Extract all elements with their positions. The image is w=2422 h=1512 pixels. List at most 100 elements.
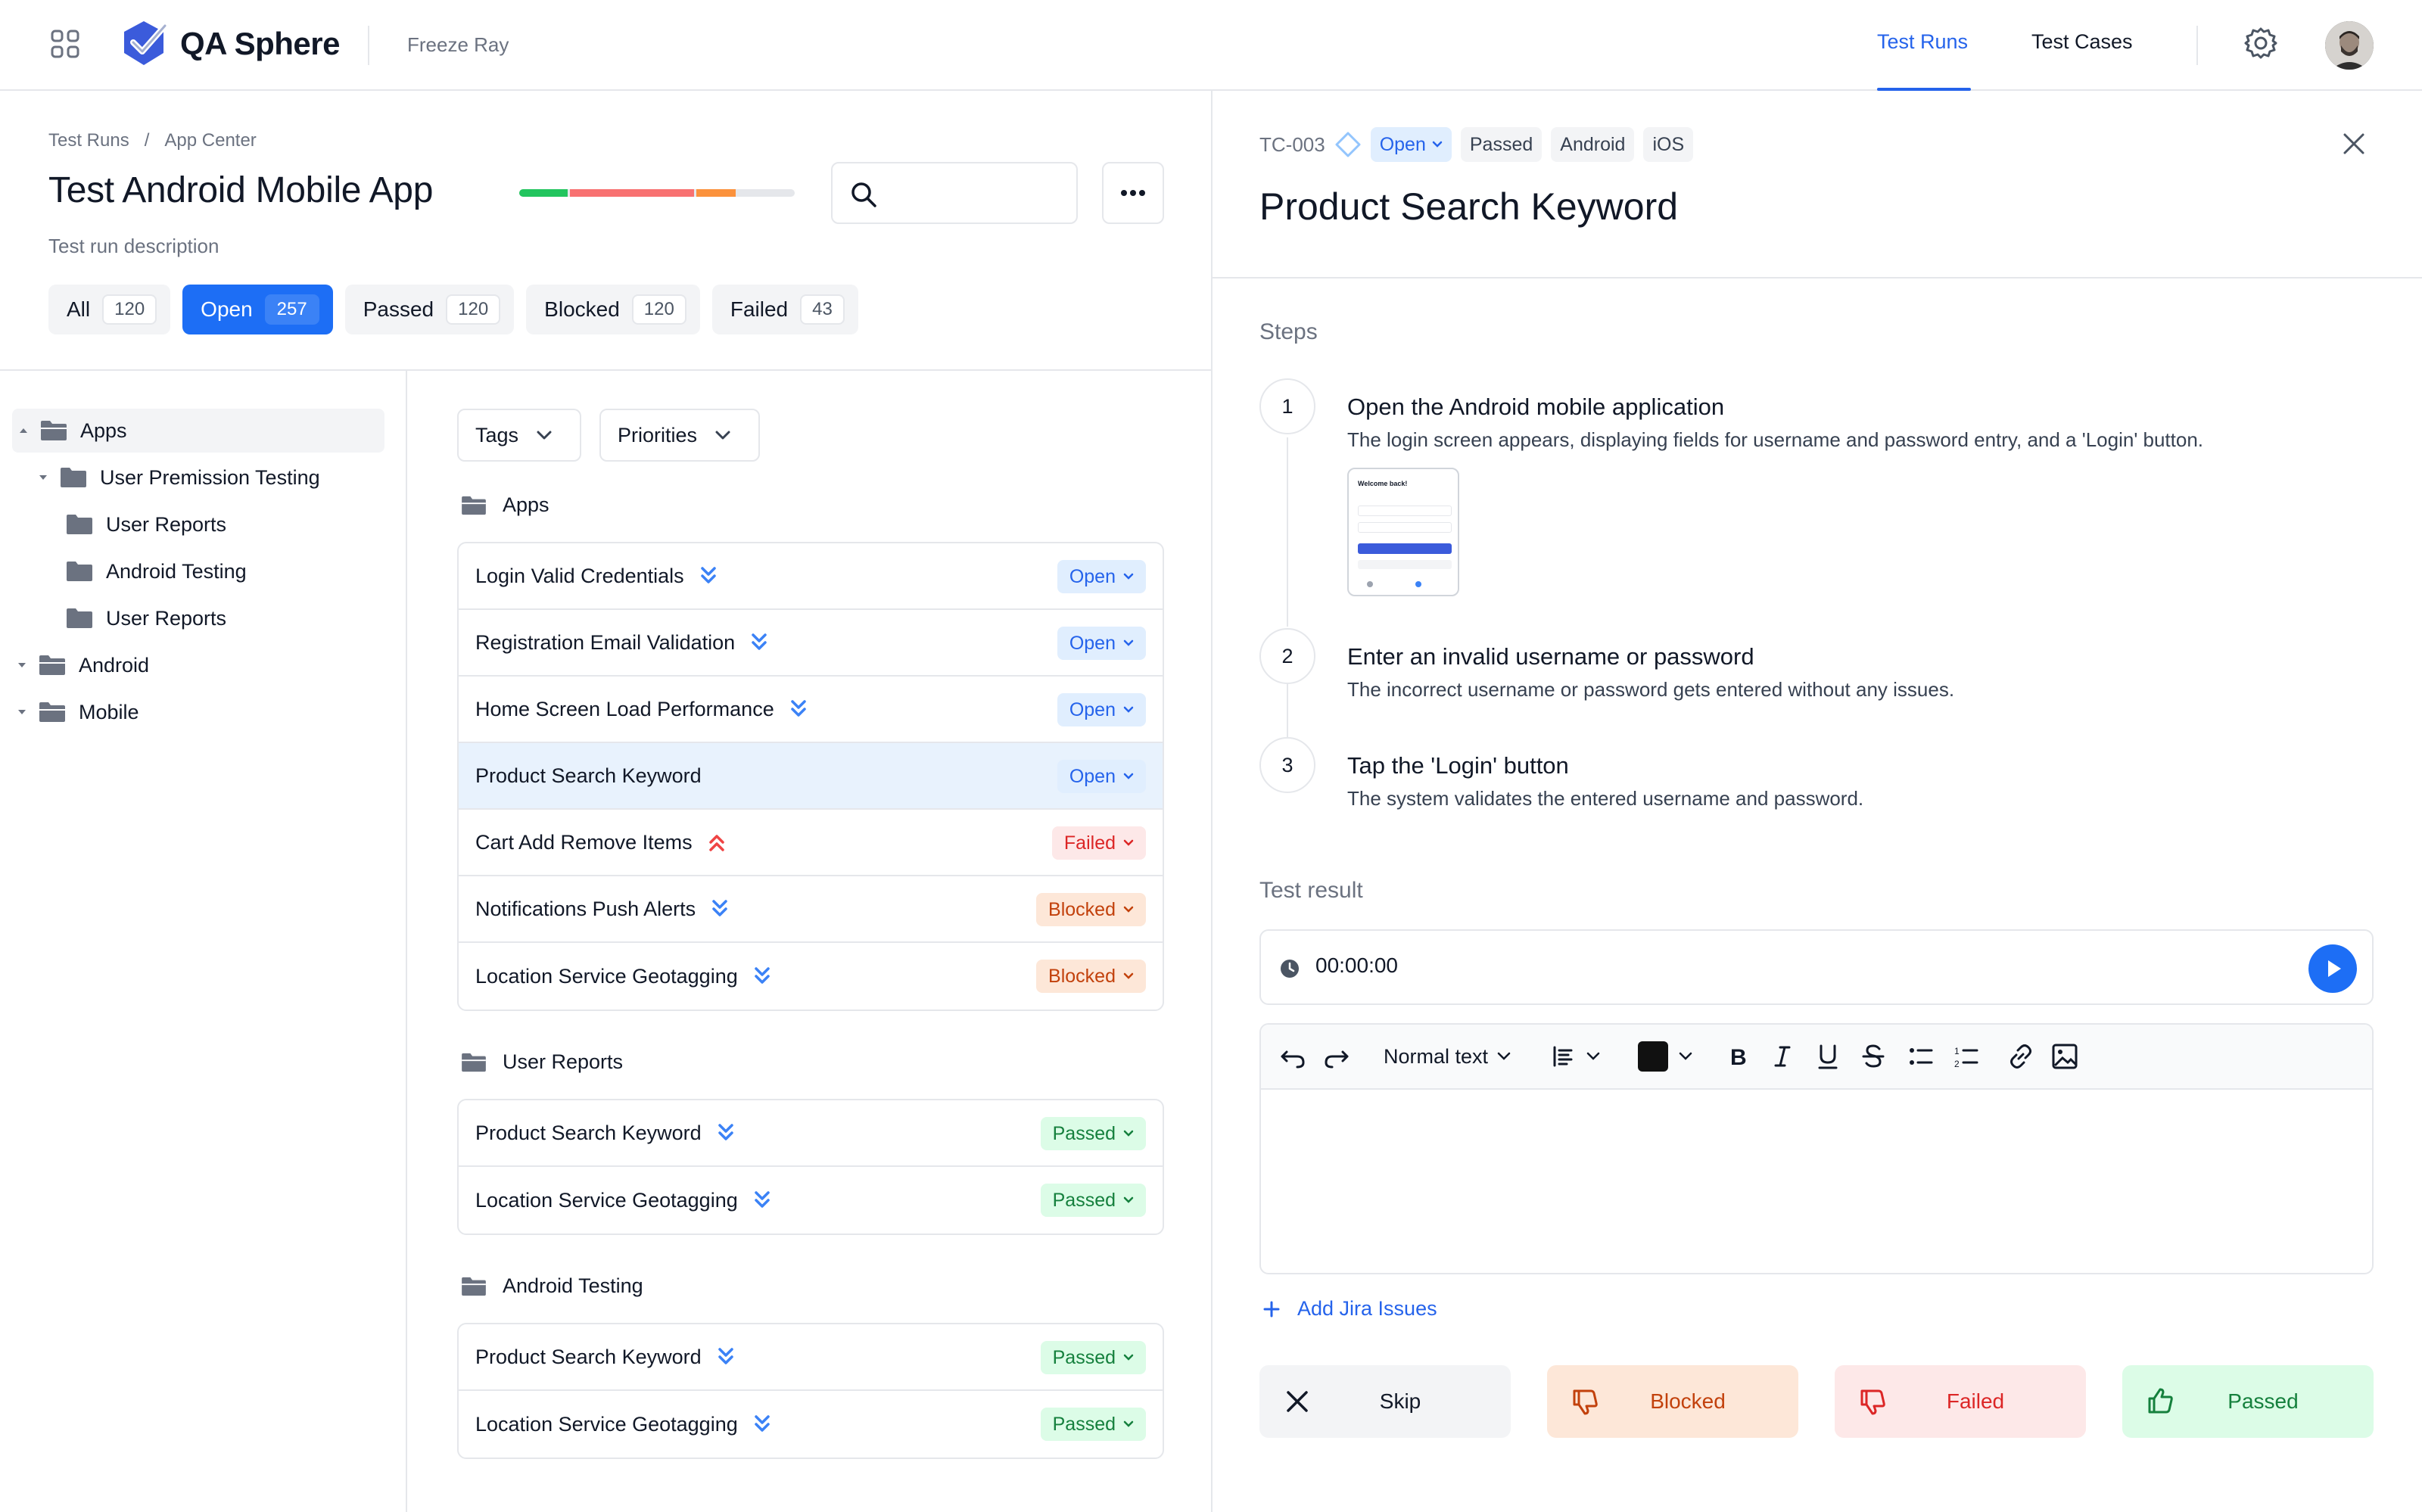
numbered-list-icon[interactable]: 12	[1953, 1041, 1980, 1072]
add-jira-issues-link[interactable]: Add Jira Issues	[1262, 1297, 1437, 1321]
tag-chip[interactable]: Android	[1551, 127, 1635, 162]
settings-gear-icon[interactable]	[2243, 26, 2278, 61]
filter-count: 257	[264, 294, 319, 325]
bullet-list-icon[interactable]	[1907, 1041, 1935, 1072]
test-case-row[interactable]: Location Service Geotagging Blocked	[459, 943, 1163, 1010]
status-badge[interactable]: Blocked	[1036, 893, 1146, 926]
breadcrumb-item[interactable]: Test Runs	[48, 130, 129, 151]
test-case-row[interactable]: Notifications Push Alerts Blocked	[459, 876, 1163, 943]
status-label: Open	[1069, 565, 1116, 587]
redo-icon[interactable]	[1322, 1041, 1352, 1072]
start-timer-button[interactable]	[2308, 944, 2357, 993]
tree-item-user-reports[interactable]: User Reports	[65, 596, 226, 640]
project-name[interactable]: Freeze Ray	[407, 33, 509, 57]
filter-open[interactable]: Open 257	[182, 285, 333, 334]
test-case-row[interactable]: Location Service Geotagging Passed	[459, 1391, 1163, 1458]
filter-passed[interactable]: Passed 120	[344, 285, 515, 334]
more-options-button[interactable]	[1102, 162, 1164, 224]
image-icon[interactable]	[2051, 1041, 2078, 1072]
breadcrumb-item[interactable]: App Center	[164, 130, 256, 151]
top-bar: QA Sphere Freeze Ray Test Runs Test Case…	[0, 0, 2422, 91]
status-badge[interactable]: Passed	[1040, 1341, 1146, 1374]
run-progress-bar	[519, 189, 795, 197]
app-logo[interactable]: QA Sphere	[118, 18, 341, 70]
filter-all[interactable]: All 120	[48, 285, 171, 334]
tab-test-runs[interactable]: Test Runs	[1877, 30, 1968, 54]
skip-button[interactable]: Skip	[1259, 1365, 1511, 1438]
filter-count: 43	[800, 294, 845, 325]
test-case-row[interactable]: Registration Email Validation Open	[459, 610, 1163, 677]
step-screenshot-thumbnail[interactable]: Welcome back!	[1347, 468, 1459, 596]
status-badge[interactable]: Passed	[1040, 1184, 1146, 1217]
underline-icon[interactable]	[1815, 1041, 1841, 1072]
status-badge[interactable]: Passed	[1040, 1117, 1146, 1150]
failed-button[interactable]: Failed	[1835, 1365, 2086, 1438]
tree-item-mobile[interactable]: Mobile	[17, 690, 139, 734]
chevron-down-icon	[1123, 1420, 1134, 1427]
tree-item-label: User Reports	[106, 606, 227, 630]
search-input[interactable]	[893, 177, 1067, 210]
test-case-name: Location Service Geotagging	[475, 1188, 738, 1212]
undo-icon[interactable]	[1278, 1041, 1308, 1072]
test-case-row[interactable]: Home Screen Load Performance Open	[459, 677, 1163, 743]
strikethrough-icon[interactable]	[1860, 1041, 1886, 1072]
status-badge[interactable]: Blocked	[1036, 960, 1146, 993]
status-badge[interactable]: Open	[1057, 693, 1146, 726]
test-case-row[interactable]: Product Search Keyword Passed	[459, 1100, 1163, 1167]
link-icon[interactable]	[2006, 1041, 2036, 1072]
search-field[interactable]	[831, 162, 1078, 224]
caret-down-icon[interactable]	[17, 660, 27, 670]
caret-expanded-icon[interactable]	[18, 425, 29, 436]
tree-item-user-reports[interactable]: User Reports	[65, 502, 226, 546]
play-icon	[2328, 960, 2341, 977]
test-case-row[interactable]: Location Service Geotagging Passed	[459, 1167, 1163, 1234]
caret-down-icon[interactable]	[38, 472, 48, 483]
tab-test-cases[interactable]: Test Cases	[2031, 30, 2133, 54]
more-horizontal-icon	[1121, 190, 1145, 196]
status-badge[interactable]: Open	[1057, 627, 1146, 660]
tree-item-user-premission-testing[interactable]: User Premission Testing	[38, 456, 320, 499]
group-header-android-testing[interactable]: Android Testing	[460, 1274, 643, 1298]
test-case-row[interactable]: Product Search Keyword Passed	[459, 1324, 1163, 1391]
test-case-row[interactable]: Login Valid Credentials Open	[459, 543, 1163, 610]
tags-dropdown[interactable]: Tags	[457, 409, 581, 462]
bold-icon[interactable]: B	[1724, 1041, 1750, 1072]
svg-text:1: 1	[1954, 1046, 1960, 1056]
priorities-dropdown[interactable]: Priorities	[599, 409, 760, 462]
text-color-dropdown[interactable]	[1638, 1041, 1692, 1072]
tree-item-apps[interactable]: Apps	[12, 409, 384, 453]
status-label: Blocked	[1048, 898, 1116, 920]
group-header-apps[interactable]: Apps	[460, 493, 549, 517]
user-avatar[interactable]	[2325, 21, 2374, 70]
test-case-name: Product Search Keyword	[475, 1345, 702, 1368]
page-title: Test Android Mobile App	[48, 170, 434, 210]
editor-content-area[interactable]	[1261, 1090, 2372, 1273]
tree-item-android[interactable]: Android	[17, 643, 149, 687]
search-icon	[851, 182, 876, 207]
test-result-heading: Test result	[1259, 878, 1363, 903]
status-badge[interactable]: Passed	[1040, 1408, 1146, 1441]
group-header-user-reports[interactable]: User Reports	[460, 1050, 623, 1074]
apps-grid-icon[interactable]	[50, 29, 80, 59]
test-case-row[interactable]: Cart Add Remove Items Failed	[459, 810, 1163, 876]
status-badge[interactable]: Open	[1057, 560, 1146, 593]
tree-item-android-testing[interactable]: Android Testing	[65, 549, 247, 593]
chevron-down-icon	[1123, 839, 1134, 846]
test-case-row-selected[interactable]: Product Search Keyword Open	[459, 743, 1163, 810]
caret-down-icon[interactable]	[17, 707, 27, 717]
status-dropdown[interactable]: Open	[1370, 127, 1452, 162]
tag-chip[interactable]: Passed	[1460, 127, 1543, 162]
status-badge[interactable]: Failed	[1051, 826, 1146, 860]
close-panel-icon[interactable]	[2339, 129, 2369, 159]
passed-button[interactable]: Passed	[2122, 1365, 2374, 1438]
tag-chip[interactable]: iOS	[1643, 127, 1694, 162]
italic-icon[interactable]	[1770, 1041, 1795, 1072]
status-badge[interactable]: Open	[1057, 760, 1146, 793]
filter-blocked[interactable]: Blocked 120	[526, 285, 700, 334]
blocked-button[interactable]: Blocked	[1547, 1365, 1798, 1438]
align-dropdown[interactable]	[1552, 1041, 1600, 1072]
step-description: The system validates the entered usernam…	[1347, 787, 1864, 810]
text-style-dropdown[interactable]: Normal text	[1384, 1041, 1511, 1072]
chevron-down-icon	[1123, 639, 1134, 646]
filter-failed[interactable]: Failed 43	[711, 285, 858, 334]
